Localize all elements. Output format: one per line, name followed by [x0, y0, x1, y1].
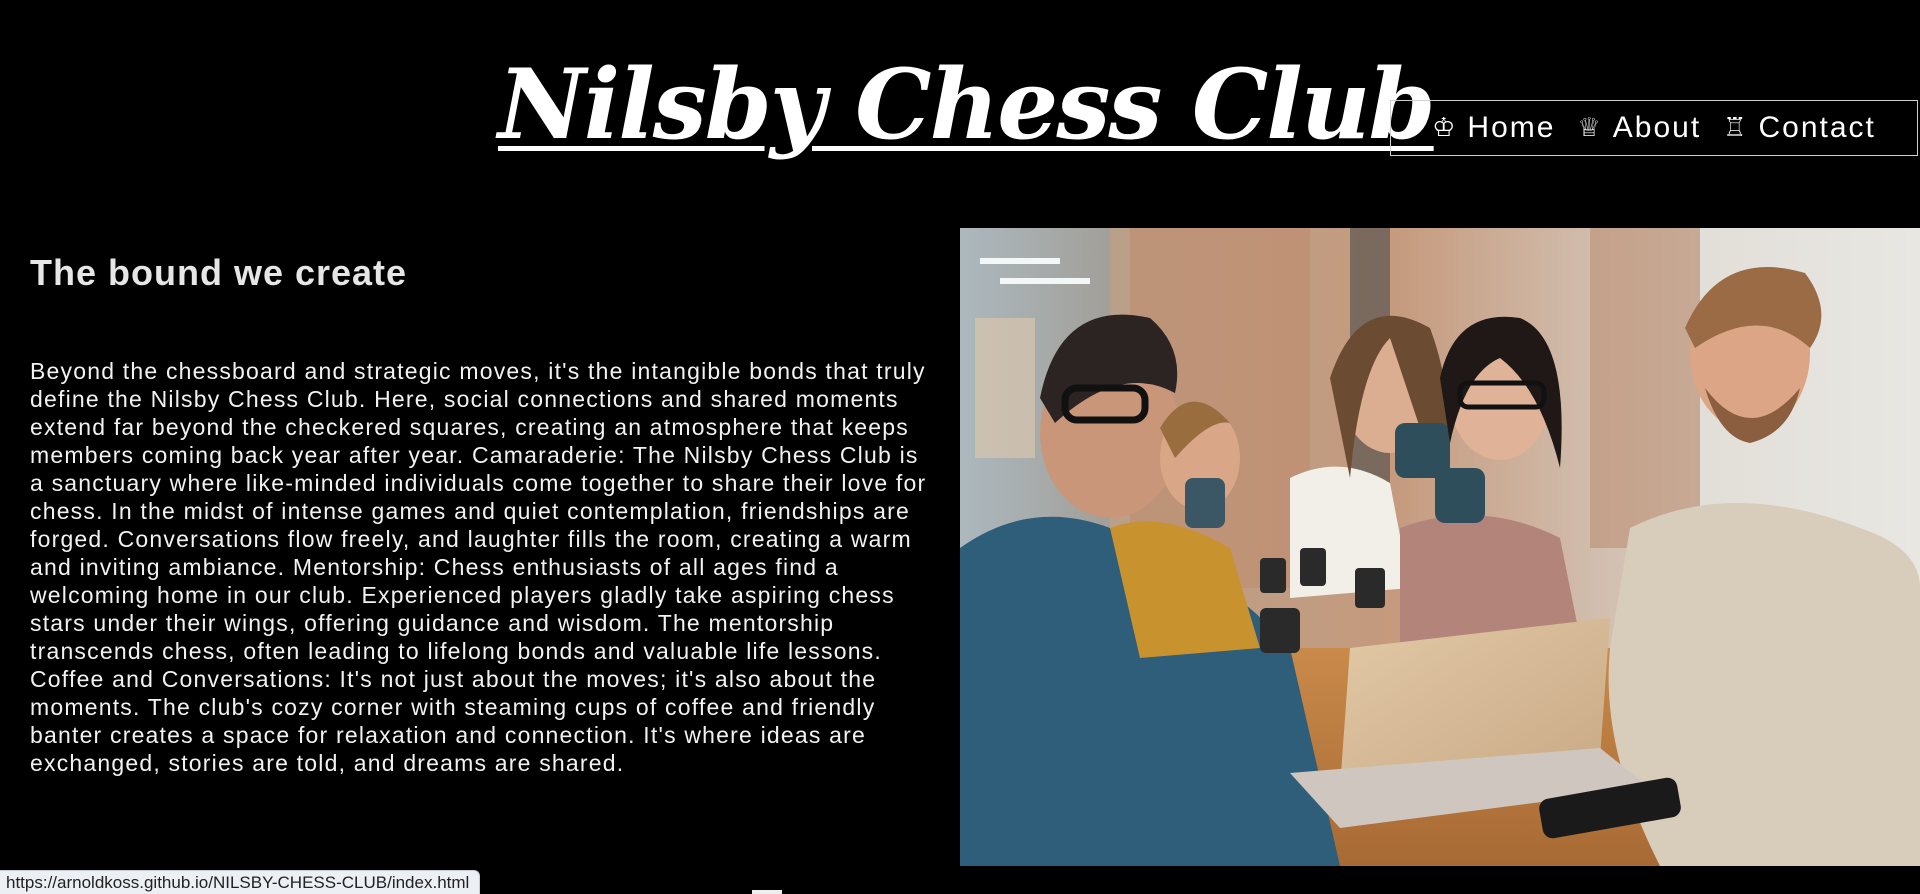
- nav-about-link[interactable]: ♕ About: [1577, 111, 1701, 145]
- nav-contact-label: Contact: [1758, 111, 1876, 144]
- nav-home-label: Home: [1467, 111, 1556, 144]
- bottom-edge-marker: [752, 890, 782, 894]
- site-title[interactable]: Nilsby Chess Club: [498, 49, 1436, 160]
- browser-status-url: https://arnoldkoss.github.io/NILSBY-CHES…: [0, 870, 481, 894]
- king-icon: ♔: [1432, 113, 1456, 143]
- section-heading: The bound we create: [30, 252, 408, 293]
- club-photo: [960, 228, 1920, 866]
- page: Nilsby Chess Club ♔ Home ♕ About ♖ Conta…: [0, 0, 1920, 894]
- nav-home-link[interactable]: ♔ Home: [1432, 111, 1555, 145]
- nav-contact-link[interactable]: ♖ Contact: [1723, 111, 1876, 145]
- about-paragraph: Beyond the chessboard and strategic move…: [30, 358, 927, 776]
- queen-icon: ♕: [1577, 113, 1601, 143]
- rook-icon: ♖: [1723, 113, 1747, 143]
- main-nav: ♔ Home ♕ About ♖ Contact: [1390, 100, 1918, 156]
- nav-about-label: About: [1612, 111, 1702, 144]
